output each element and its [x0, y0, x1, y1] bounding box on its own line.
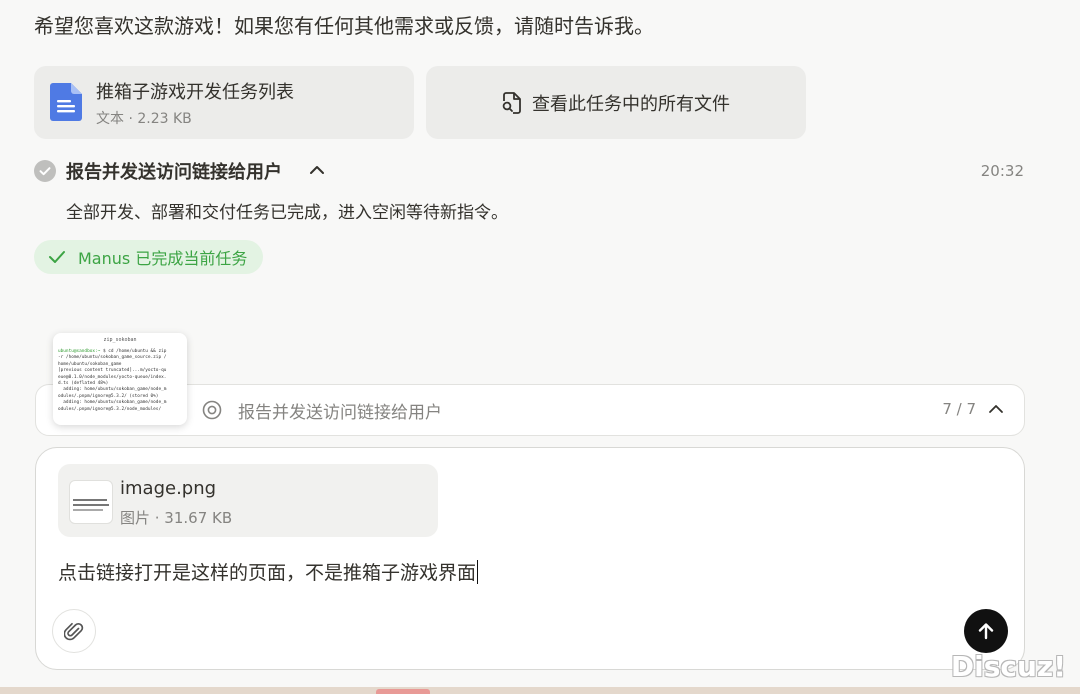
- terminal-line: eue@0.1.0/node_modules/yocto-queue/index…: [58, 374, 167, 380]
- step-description: 全部开发、部署和交付任务已完成，进入空闲等待新指令。: [66, 203, 508, 223]
- terminal-preview-title: zip_sokoban: [103, 337, 137, 343]
- text-caret: [477, 560, 479, 584]
- terminal-line: adding: home/ubuntu/sokoban_game/node_m: [58, 387, 167, 393]
- attachment-card[interactable]: image.png 图片 · 31.67 KB: [58, 464, 438, 537]
- terminal-preview-output: ubuntu@sandbox:~ $ cd /home/ubuntu && zi…: [58, 349, 184, 413]
- status-badge-label: Manus 已完成当前任务: [78, 249, 248, 268]
- file-meta: 文本 · 2.23 KB: [96, 111, 192, 127]
- attachment-name: image.png: [120, 478, 217, 499]
- composer-input[interactable]: 点击链接打开是这样的页面，不是推箱子游戏界面: [58, 558, 479, 585]
- terminal-line: odules/.pnpm/ignore@5.3.2/node_modules/: [58, 406, 162, 412]
- file-search-icon: [502, 91, 521, 114]
- view-all-files-label: 查看此任务中的所有文件: [532, 93, 730, 115]
- bottom-strip: [0, 687, 1080, 694]
- terminal-line: d.ts (deflated 48%): [58, 381, 109, 387]
- terminal-line: -r /home/ubuntu/sokoban_game_source.zip …: [58, 355, 167, 361]
- image-thumbnail: [69, 480, 113, 524]
- attach-button[interactable]: [52, 609, 96, 653]
- terminal-line: $ cd /home/ubuntu && zip: [102, 349, 167, 354]
- task-current-step: 报告并发送访问链接给用户: [238, 403, 442, 423]
- target-icon: [202, 400, 222, 420]
- send-button[interactable]: [964, 609, 1008, 653]
- terminal-line: odules/.pnpm/ignore@5.3.2/ (stored 0%): [58, 393, 159, 399]
- attachment-meta: 图片 · 31.67 KB: [120, 509, 233, 527]
- file-card[interactable]: 推箱子游戏开发任务列表 文本 · 2.23 KB: [34, 66, 414, 139]
- watermark: Discuz!: [950, 650, 1066, 683]
- arrow-up-icon: [978, 623, 994, 640]
- terminal-line: adding: home/ubuntu/sokoban_game/node_m: [58, 400, 167, 406]
- message-composer[interactable]: image.png 图片 · 31.67 KB 点击链接打开是这样的页面，不是推…: [35, 447, 1025, 670]
- composer-input-text: 点击链接打开是这样的页面，不是推箱子游戏界面: [58, 562, 477, 584]
- view-all-files-button[interactable]: 查看此任务中的所有文件: [426, 66, 806, 139]
- task-step-count: 7 / 7: [942, 400, 976, 418]
- chevron-up-icon[interactable]: [308, 162, 326, 178]
- check-circle-icon: [34, 160, 56, 182]
- terminal-line: [previous content truncated]...m/yocto-q…: [58, 368, 167, 374]
- document-icon: [50, 83, 82, 121]
- terminal-preview-thumbnail[interactable]: zip_sokoban ubuntu@sandbox:~ $ cd /home/…: [53, 333, 187, 425]
- terminal-prompt: ubuntu@sandbox:~: [58, 349, 101, 354]
- step-title[interactable]: 报告并发送访问链接给用户: [66, 158, 282, 184]
- file-name: 推箱子游戏开发任务列表: [96, 82, 294, 103]
- check-icon: [49, 251, 65, 263]
- paperclip-icon: [64, 622, 84, 641]
- status-badge: Manus 已完成当前任务: [34, 240, 264, 274]
- chevron-up-icon[interactable]: [988, 402, 1004, 416]
- step-timestamp: 20:32: [980, 162, 1024, 180]
- bottom-tab-indicator: [376, 689, 430, 694]
- terminal-line: home/ubuntu/sokoban_game: [58, 361, 122, 367]
- assistant-message: 希望您喜欢这款游戏！如果您有任何其他需求或反馈，请随时告诉我。: [34, 14, 654, 38]
